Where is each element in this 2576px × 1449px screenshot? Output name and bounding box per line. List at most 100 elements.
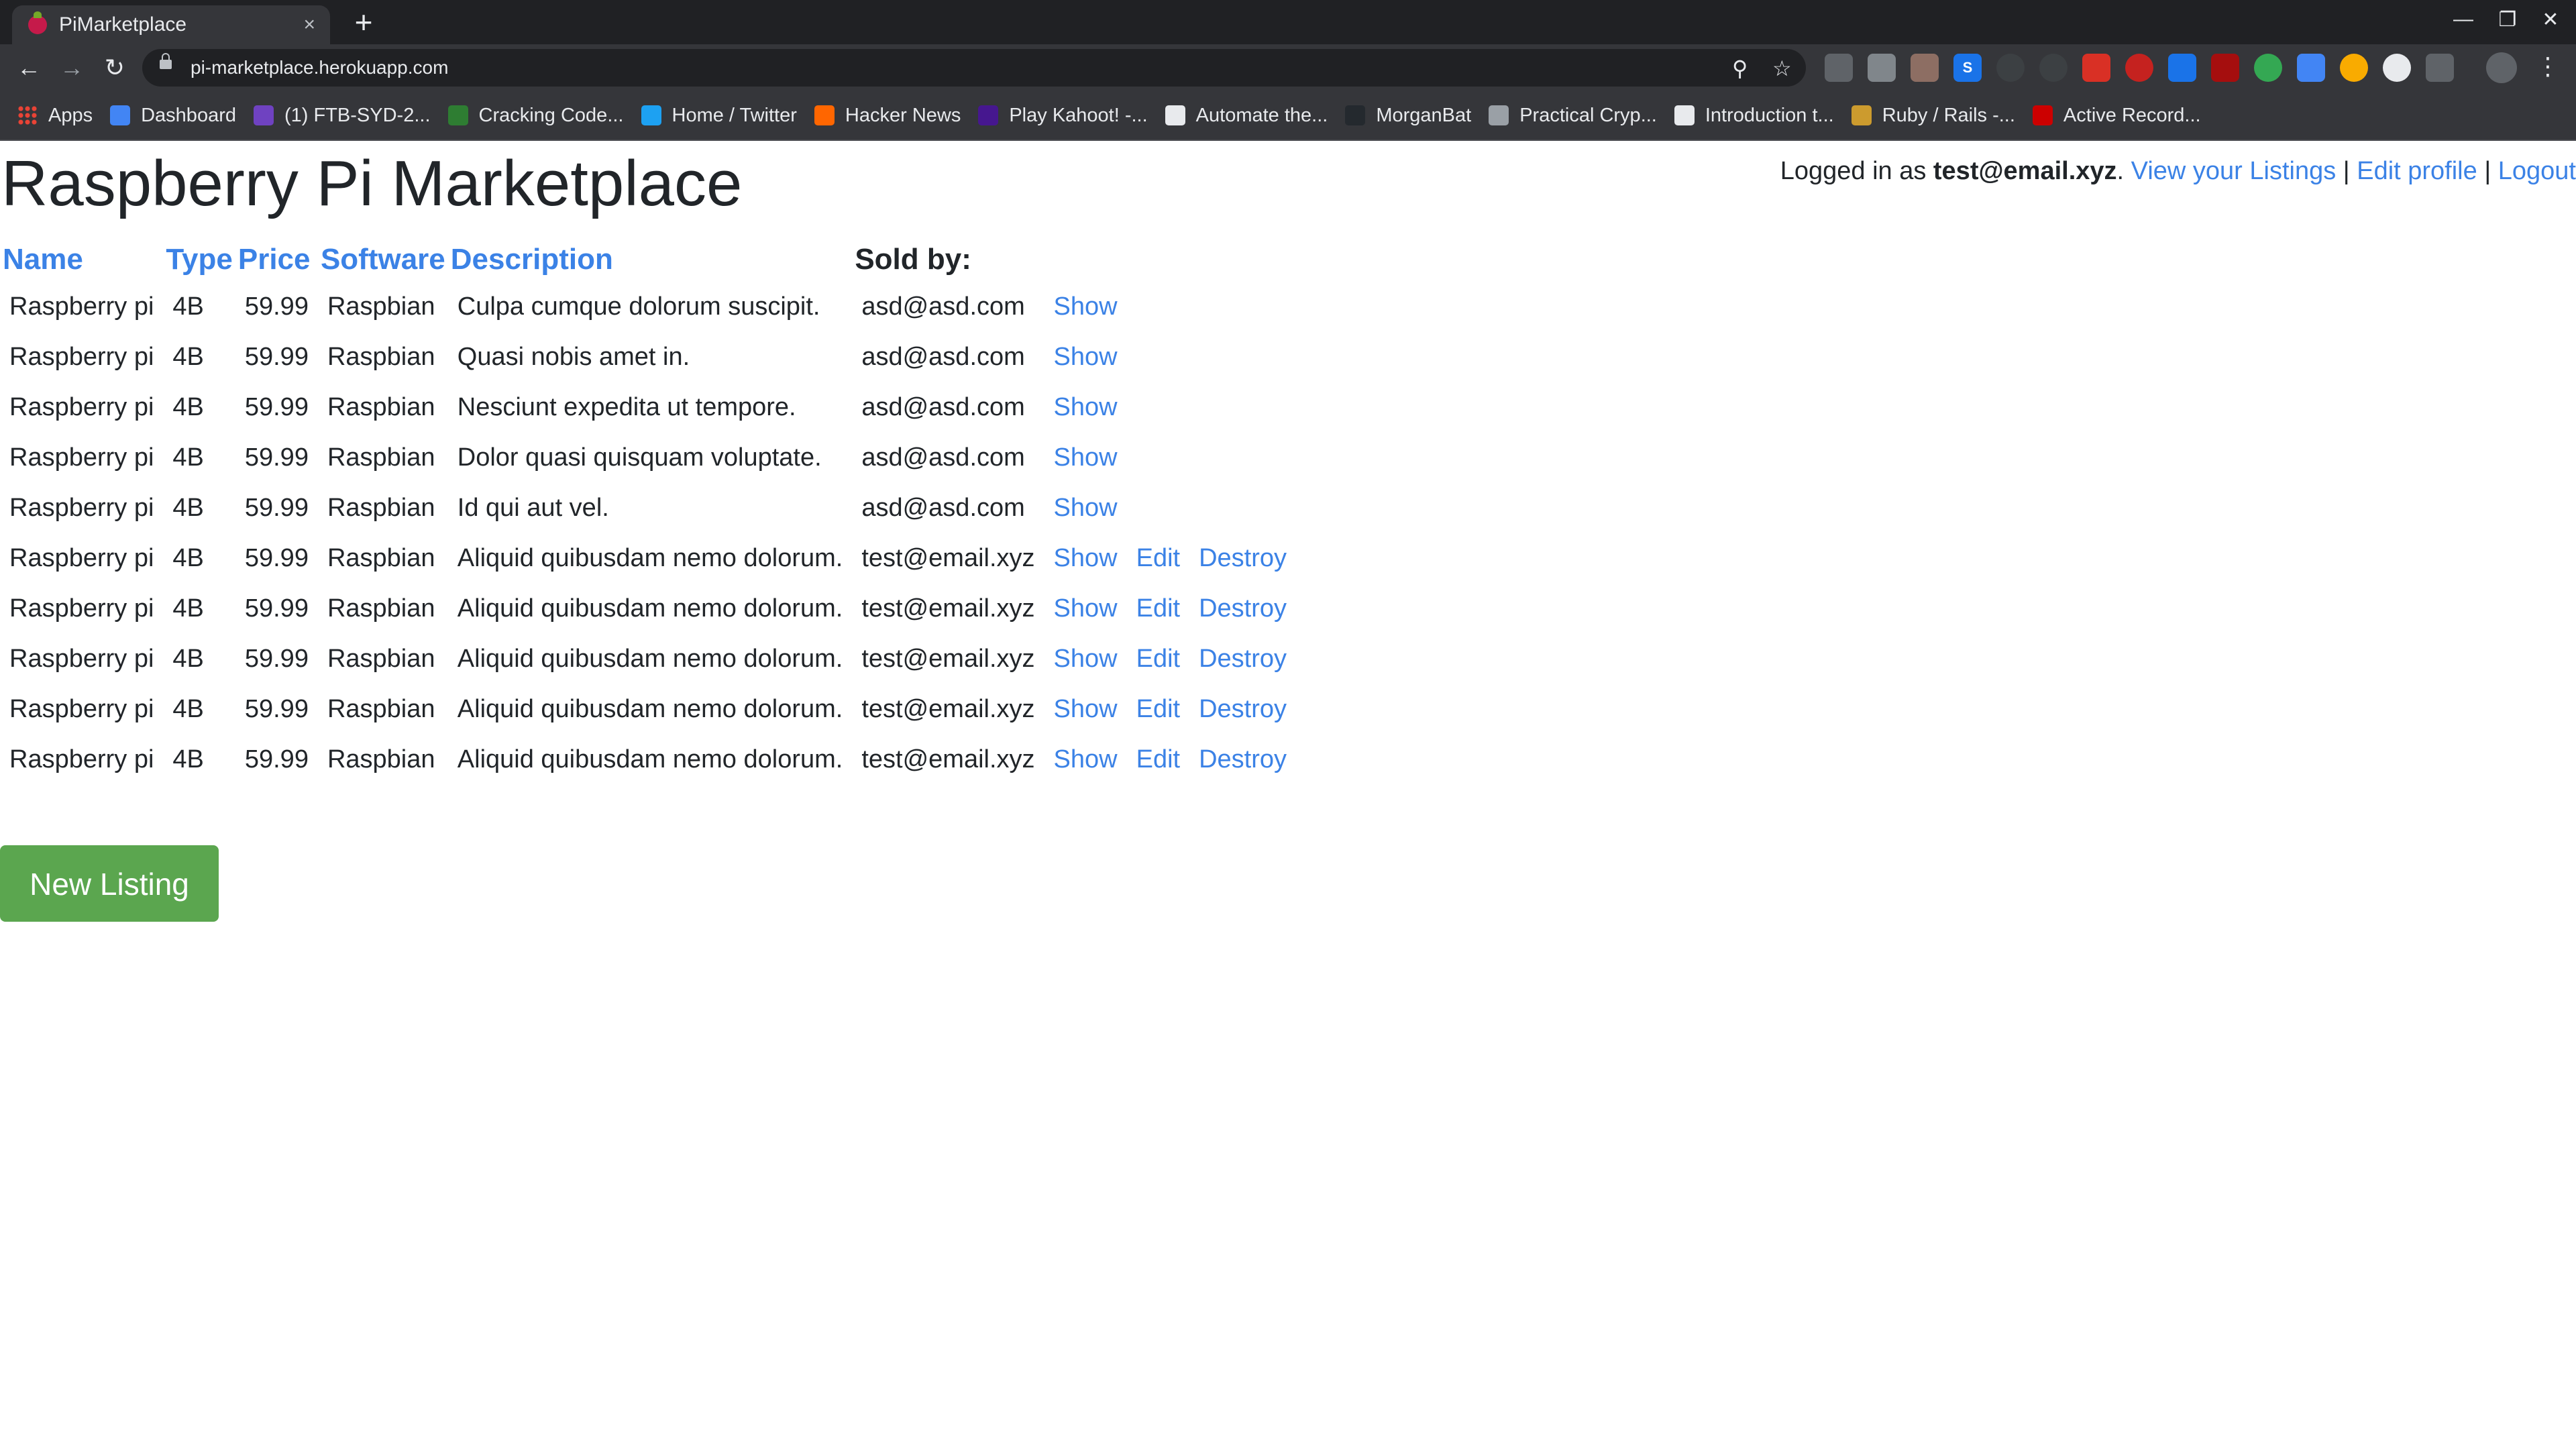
bitwarden-extension-icon[interactable] xyxy=(2168,54,2196,82)
table-cell xyxy=(1189,433,1296,483)
view-listings-link[interactable]: View your Listings xyxy=(2131,157,2337,185)
edit-link[interactable]: Edit xyxy=(1136,745,1180,773)
chrome-menu-icon[interactable]: ⋮ xyxy=(2536,50,2560,83)
zoom-icon[interactable]: ⚲ xyxy=(1732,56,1748,81)
show-link[interactable]: Show xyxy=(1054,494,1118,522)
cell-description: Aliquid quibusdam nemo dolorum. xyxy=(457,695,843,723)
show-link[interactable]: Show xyxy=(1054,695,1118,723)
github-extension-icon[interactable] xyxy=(2383,54,2411,82)
show-link[interactable]: Show xyxy=(1054,393,1118,421)
bookmark-item[interactable]: MorganBat xyxy=(1345,105,1471,127)
bookmark-item[interactable]: Apps xyxy=(17,105,93,127)
edit-profile-link[interactable]: Edit profile xyxy=(2357,157,2477,185)
table-cell xyxy=(1189,282,1296,332)
column-header-description[interactable]: Description xyxy=(448,235,853,282)
bookmark-item[interactable]: Cracking Code... xyxy=(447,105,624,127)
record-extension-icon[interactable] xyxy=(2125,54,2153,82)
bookmark-item[interactable]: (1) FTB-SYD-2... xyxy=(253,105,431,127)
browser-tab-active[interactable]: PiMarketplace × xyxy=(12,5,330,44)
bookmark-item[interactable]: Introduction t... xyxy=(1674,105,1834,127)
logout-link[interactable]: Logout xyxy=(2498,157,2576,185)
bookmark-item[interactable]: Hacker News xyxy=(814,105,961,127)
bookmark-item[interactable]: Active Record... xyxy=(2032,105,2201,127)
cell-price: 59.99 xyxy=(244,343,309,371)
cell-software: Raspbian xyxy=(327,343,435,371)
cell-price: 59.99 xyxy=(244,695,309,723)
url-text[interactable]: pi-marketplace.herokuapp.com xyxy=(191,57,448,78)
destroy-link[interactable]: Destroy xyxy=(1199,745,1287,773)
bookmark-item[interactable]: Automate the... xyxy=(1165,105,1328,127)
cell-price: 59.99 xyxy=(244,494,309,522)
cell-name: Raspberry pi xyxy=(9,343,154,371)
column-header-destroy xyxy=(1189,235,1296,282)
show-link[interactable]: Show xyxy=(1054,544,1118,572)
back-arrow-icon[interactable]: ← xyxy=(12,51,46,85)
column-header-price[interactable]: Price xyxy=(235,235,318,282)
show-link[interactable]: Show xyxy=(1054,745,1118,773)
table-cell: 4B xyxy=(163,282,235,332)
column-header-type[interactable]: Type xyxy=(163,235,235,282)
new-tab-button[interactable]: + xyxy=(347,7,380,39)
tab-close-icon[interactable]: × xyxy=(303,15,315,35)
ublock-extension-icon[interactable] xyxy=(2211,54,2239,82)
bookmark-item[interactable]: Ruby / Rails -... xyxy=(1851,105,2015,127)
raspberry-favicon-icon xyxy=(28,11,47,34)
destroy-link[interactable]: Destroy xyxy=(1199,544,1287,572)
edit-link[interactable]: Edit xyxy=(1136,645,1180,673)
bookmark-item[interactable]: Home / Twitter xyxy=(641,105,797,127)
edit-link[interactable]: Edit xyxy=(1136,695,1180,723)
show-link[interactable]: Show xyxy=(1054,645,1118,673)
table-cell: Edit xyxy=(1127,584,1189,634)
show-link[interactable]: Show xyxy=(1054,343,1118,371)
table-cell: Aliquid quibusdam nemo dolorum. xyxy=(448,634,853,684)
destroy-link[interactable]: Destroy xyxy=(1199,594,1287,623)
diamond-extension-icon[interactable] xyxy=(2297,54,2325,82)
table-row: Raspberry pi 4B 59.99 Raspbian Aliquid quibu… xyxy=(0,735,1296,785)
screenshot-extension-icon[interactable] xyxy=(1868,54,1896,82)
forward-arrow-icon[interactable]: → xyxy=(55,51,89,85)
table-cell: Show xyxy=(1044,684,1127,735)
destroy-link[interactable]: Destroy xyxy=(1199,645,1287,673)
s-extension-icon[interactable]: S xyxy=(1953,54,1982,82)
reload-icon[interactable]: ↻ xyxy=(98,51,131,85)
tab-title: PiMarketplace xyxy=(59,13,187,36)
bookmark-item[interactable]: Play Kahoot! -... xyxy=(978,105,1148,127)
table-cell: test@email.xyz xyxy=(852,584,1044,634)
cell-seller: asd@asd.com xyxy=(861,393,1025,421)
edit-link[interactable]: Edit xyxy=(1136,594,1180,623)
show-link[interactable]: Show xyxy=(1054,443,1118,472)
table-cell: Edit xyxy=(1127,533,1189,584)
address-bar[interactable]: pi-marketplace.herokuapp.com ⚲ ☆ xyxy=(142,49,1806,87)
cell-name: Raspberry pi xyxy=(9,695,154,723)
show-link[interactable]: Show xyxy=(1054,292,1118,321)
browser-tab-bar: PiMarketplace × + — ❐ ✕ xyxy=(0,0,2576,44)
page-title: Raspberry Pi Marketplace xyxy=(1,148,743,219)
egg-extension-icon[interactable] xyxy=(2340,54,2368,82)
close-window-icon[interactable]: ✕ xyxy=(2536,8,2565,32)
bookmark-item[interactable]: Practical Cryp... xyxy=(1489,105,1657,127)
table-cell: Raspbian xyxy=(318,735,448,785)
stack-extension-icon[interactable] xyxy=(1911,54,1939,82)
bookmark-star-icon[interactable]: ☆ xyxy=(1772,56,1792,81)
table-cell: Show xyxy=(1044,282,1127,332)
gift-extension-icon[interactable] xyxy=(2082,54,2110,82)
table-cell: Edit xyxy=(1127,634,1189,684)
table-cell: asd@asd.com xyxy=(852,433,1044,483)
profile-avatar[interactable] xyxy=(2486,52,2517,83)
cell-price: 59.99 xyxy=(244,544,309,572)
shield-extension-icon[interactable] xyxy=(2039,54,2068,82)
restore-window-icon[interactable]: ❐ xyxy=(2493,8,2522,32)
code-extension-icon[interactable] xyxy=(2426,54,2454,82)
new-listing-button[interactable]: New Listing xyxy=(0,845,219,922)
destroy-link[interactable]: Destroy xyxy=(1199,695,1287,723)
column-header-name[interactable]: Name xyxy=(0,235,163,282)
minimize-window-icon[interactable]: — xyxy=(2449,8,2478,31)
cursor-extension-icon[interactable] xyxy=(1825,54,1853,82)
column-header-software[interactable]: Software xyxy=(318,235,448,282)
block-extension-icon[interactable] xyxy=(1996,54,2025,82)
table-cell: 4B xyxy=(163,483,235,533)
edit-link[interactable]: Edit xyxy=(1136,544,1180,572)
bookmark-item[interactable]: Dashboard xyxy=(110,105,236,127)
show-link[interactable]: Show xyxy=(1054,594,1118,623)
color-extension-icon[interactable] xyxy=(2254,54,2282,82)
